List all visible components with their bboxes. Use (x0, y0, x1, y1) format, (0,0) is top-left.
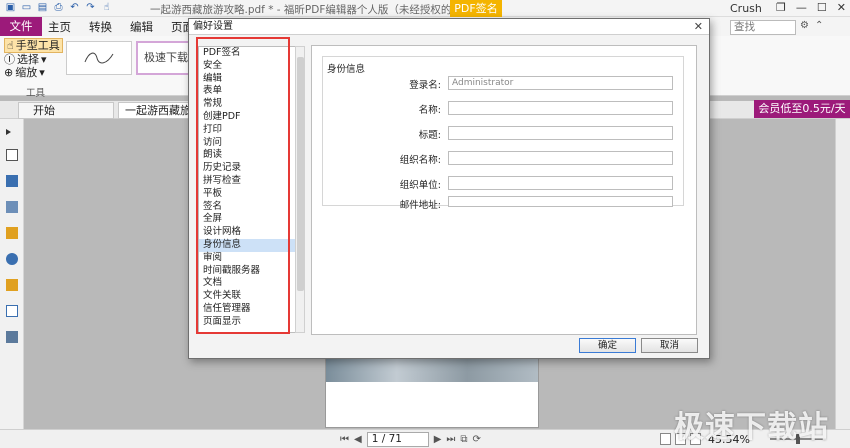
select-tool-button[interactable]: Ⓘ 选择 ▾ (4, 53, 63, 66)
quick-access-toolbar: ▣ ▭ ▤ ⎙ ↶ ↷ ☝ (4, 2, 113, 14)
hand-tool-label: 手型工具 (15, 39, 60, 52)
single-page-icon[interactable] (660, 433, 671, 445)
section-title: 身份信息 (327, 64, 366, 75)
signature-icon[interactable] (6, 331, 18, 343)
left-sidebar (0, 119, 24, 429)
identity-panel: 身份信息 登录名: Administrator 名称: 标题: 组织名称: 组织… (311, 45, 697, 335)
hand-tool-button[interactable]: ☝ 手型工具 (4, 38, 63, 53)
menu-edit[interactable]: 编辑 (130, 19, 153, 35)
window-controls: ❐ — ☐ ✕ (776, 1, 846, 14)
gear-icon[interactable]: ⚙ (800, 20, 809, 31)
zoom-tool-label: 缩放 (15, 66, 38, 79)
zoom-icon: ⊕ (4, 66, 14, 79)
rotate-icon[interactable]: ⟳ (473, 434, 481, 445)
fields-icon[interactable] (6, 305, 18, 317)
attachment-icon[interactable] (6, 253, 18, 265)
redo-icon[interactable]: ↷ (84, 2, 97, 14)
search-input[interactable]: 查找 (730, 20, 796, 35)
signature-thumbnail-handwritten[interactable] (66, 41, 132, 75)
org-unit-label: 组织单位: (399, 180, 441, 191)
lock-icon[interactable] (6, 279, 18, 291)
organization-field[interactable] (448, 151, 673, 165)
prev-page-icon[interactable]: ◀ (354, 434, 362, 445)
first-page-icon[interactable]: ⏮ (340, 434, 349, 445)
tool-list: ☝ 手型工具 Ⓘ 选择 ▾ ⊕ 缩放 ▾ (4, 38, 63, 79)
tab-start[interactable]: 开始 (18, 102, 114, 119)
watermark-logo: 极速下载站 (674, 410, 829, 445)
tools-group-label: 工具 (26, 88, 46, 99)
title-bar: ▣ ▭ ▤ ⎙ ↶ ↷ ☝ 一起游西藏旅游攻略.pdf * - 福昕PDF编辑器… (0, 0, 850, 17)
save-icon[interactable]: ▤ (36, 2, 49, 14)
menu-convert[interactable]: 转换 (89, 19, 112, 35)
select-icon: Ⓘ (4, 53, 15, 66)
page-number-input[interactable]: 1 / 71 (366, 432, 429, 447)
ok-button[interactable]: 确定 (579, 338, 636, 353)
minimize-icon[interactable]: — (796, 1, 807, 14)
document-page[interactable] (325, 355, 539, 428)
select-tool-label: 选择 (17, 53, 39, 66)
name-label: 名称: (418, 105, 441, 116)
hand-icon: ☝ (7, 39, 14, 52)
highlight-frame (196, 37, 290, 334)
zoom-tool-button[interactable]: ⊕ 缩放 ▾ (4, 66, 63, 79)
chevron-up-icon[interactable]: ⌃ (815, 20, 823, 31)
signature-thumbnail-text[interactable]: 极速下载站 (136, 41, 190, 75)
dialog-title: 偏好设置 (189, 19, 709, 35)
restore-icon[interactable]: ❐ (776, 1, 786, 14)
comment-icon[interactable] (6, 227, 18, 239)
login-name-label: 登录名: (409, 80, 441, 91)
open-icon[interactable]: ▭ (20, 2, 33, 14)
nav-scrollbar-thumb[interactable] (297, 57, 304, 291)
org-unit-field[interactable] (448, 176, 673, 190)
chevron-down-icon: ▾ (41, 53, 47, 66)
fit-page-icon[interactable]: ⧉ (460, 434, 467, 445)
window-title: 一起游西藏旅游攻略.pdf * - 福昕PDF编辑器个人版（未经授权的产品） (150, 4, 483, 16)
menu-home[interactable]: 主页 (48, 19, 71, 35)
layers-icon[interactable] (6, 201, 18, 213)
email-field[interactable] (448, 196, 673, 207)
print-icon[interactable]: ⎙ (52, 2, 65, 14)
identity-fieldset: 身份信息 登录名: Administrator 名称: 标题: 组织名称: 组织… (322, 56, 684, 211)
cancel-button[interactable]: 取消 (641, 338, 698, 353)
maximize-icon[interactable]: ☐ (817, 1, 827, 14)
name-field[interactable] (448, 101, 673, 115)
tab-document[interactable]: 一起游西藏旅游攻略 (118, 102, 190, 119)
chevron-down-icon: ▾ (39, 66, 45, 79)
user-name[interactable]: Crush (730, 2, 762, 15)
pdf-sign-context-tab[interactable]: PDF签名 (450, 0, 502, 17)
collapse-icon[interactable] (6, 129, 11, 135)
email-label: 邮件地址: (399, 200, 441, 211)
pages-icon[interactable] (6, 175, 18, 187)
last-page-icon[interactable]: ⏭ (446, 434, 455, 445)
title-field[interactable] (448, 126, 673, 140)
page-photo (326, 356, 538, 382)
vertical-scrollbar[interactable] (835, 119, 850, 429)
menu-file[interactable]: 文件 (0, 17, 42, 36)
title-label: 标题: (418, 130, 441, 141)
right-toolbar: ⚙ ⌃ (800, 20, 823, 31)
organization-label: 组织名称: (399, 155, 441, 166)
app-logo-icon: ▣ (5, 2, 16, 13)
close-icon[interactable]: ✕ (694, 20, 703, 33)
hand-icon[interactable]: ☝ (100, 2, 113, 14)
login-name-field[interactable]: Administrator (448, 76, 673, 90)
close-icon[interactable]: ✕ (837, 1, 846, 14)
next-page-icon[interactable]: ▶ (434, 434, 442, 445)
vip-promo-banner[interactable]: 会员低至0.5元/天 (754, 100, 850, 118)
page-navigator: ⏮ ◀ 1 / 71 ▶ ⏭ ⧉ ⟳ (340, 432, 481, 447)
undo-icon[interactable]: ↶ (68, 2, 81, 14)
page-icon[interactable] (6, 149, 18, 161)
